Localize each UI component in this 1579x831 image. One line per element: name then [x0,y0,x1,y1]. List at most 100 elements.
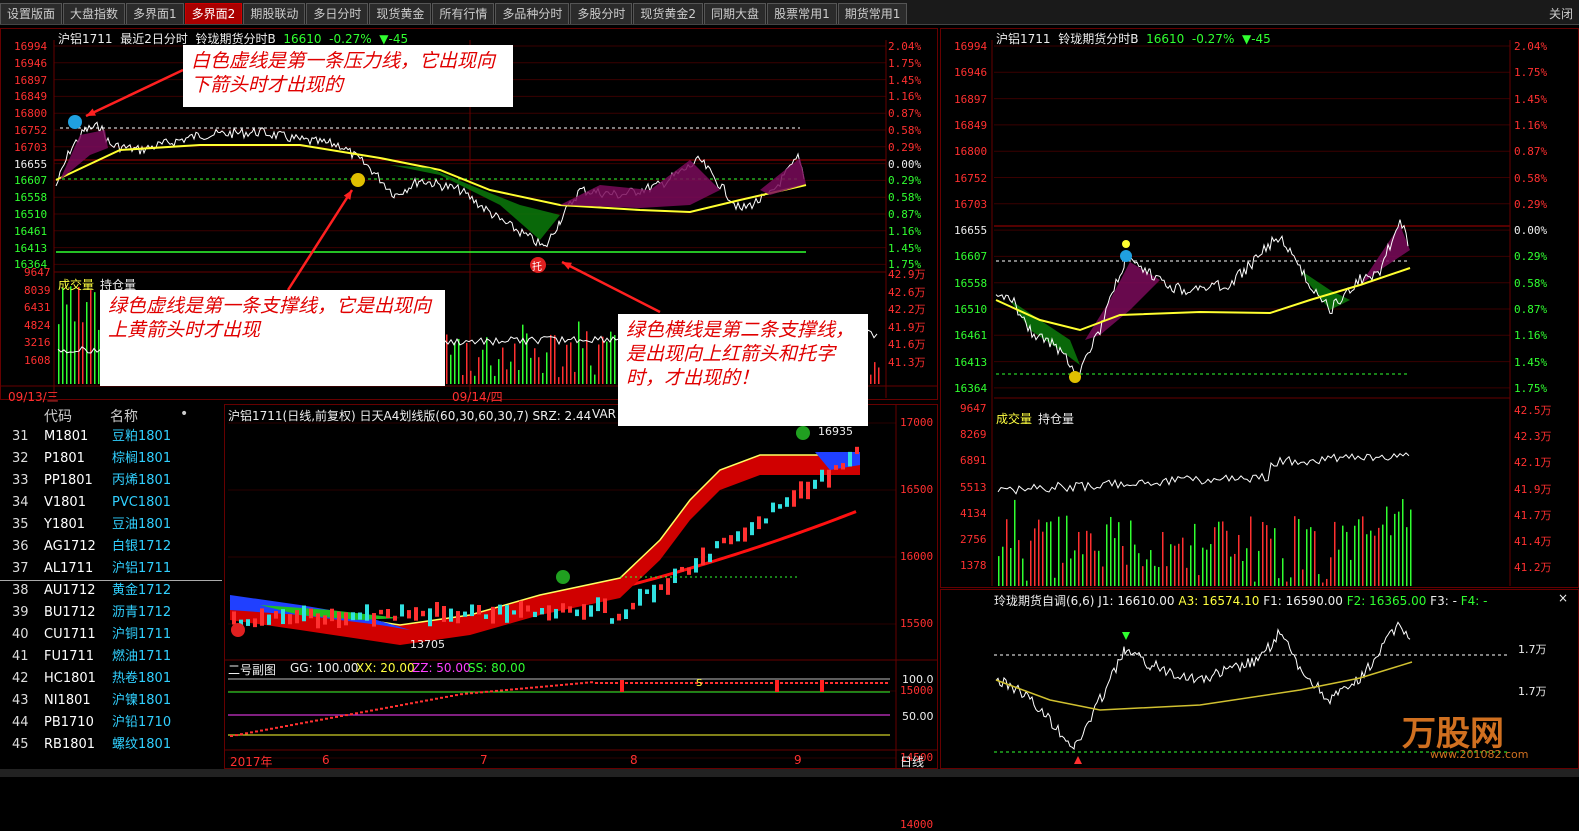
list-item[interactable]: 34 V1801 PVC1801 [0,492,222,514]
kline-candle [267,614,271,625]
tr-volume-bar [1314,531,1316,586]
list-item[interactable]: 41 FU1711 燃油1711 [0,646,222,668]
tl-volume-bar [522,324,524,384]
tr-volume-bar [1342,525,1344,586]
sub-dot [345,714,348,717]
row-index: 40 [12,627,29,642]
list-item[interactable]: 44 PB1710 沪铅1710 [0,712,222,734]
list-item[interactable]: 39 BU1712 沥青1712 [0,602,222,624]
kline-candle [708,553,712,563]
kline-candle [302,605,306,622]
axis-tick-label: 16500 [900,483,934,496]
list-item[interactable]: 36 AG1712 白银1712 [0,536,222,558]
list-item[interactable]: 38 AU1712 黄金1712 [0,580,222,602]
sub-dot [635,682,638,684]
list-item[interactable]: 45 RB1801 螺纹1801 [0,734,222,756]
tr-volume-bar [1130,520,1132,586]
tr-volume-bar [998,556,1000,586]
row-code: NI1801 [44,693,91,708]
tr-down-arrow-marker [1120,250,1132,262]
tl-volume-bar [478,357,480,384]
axis-tick-label: 16800 [14,107,48,121]
sub-dot [440,696,443,699]
axis-tick-label: 16364 [954,381,988,395]
tr-volume-bar [1306,529,1308,586]
sub-dot [670,682,673,684]
tl-volume-bar [494,375,496,384]
sub-dot [755,682,758,684]
sub-dot [840,682,843,684]
sub-dot [270,727,273,730]
sub-dot [330,716,333,719]
sub-dot [240,733,243,736]
row-index: 34 [12,495,29,510]
kline-candle [820,469,824,482]
kline-candle [582,604,586,620]
axis-tick-label: 16607 [954,250,988,264]
callout-resistance-line: 白色虚线是第一条压力线，它出现向下箭头时才出现的 [183,45,513,107]
sub-dot [415,701,418,704]
tr-volume-bar [1290,577,1292,586]
kline-candle [729,535,733,545]
sub-dot [720,682,723,684]
list-item[interactable]: 43 NI1801 沪镍1801 [0,690,222,712]
list-item[interactable]: 40 CU1711 沪铜1711 [0,624,222,646]
tr-volume-bar [1406,527,1408,586]
kline-candle [512,610,516,615]
tl-volume-bar [870,374,872,384]
sub-dot [575,682,578,685]
sub-dot [730,682,733,684]
axis-tick-label: 2756 [960,533,987,546]
tl-volume-bar [598,344,600,384]
sub-dot [465,692,468,695]
sub-dot [675,682,678,684]
col-name-header[interactable]: 名称 [110,406,138,426]
list-item[interactable]: 37 AL1711 沪铝1711 [0,558,222,581]
axis-tick-label: 41.7万 [1514,508,1552,522]
sub-dot [810,682,813,684]
period-label[interactable]: 日线 [900,753,924,770]
tr-volume-bar [1226,530,1228,586]
axis-tick-label: 16461 [14,224,48,238]
list-item[interactable]: 32 P1801 棕榈1801 [0,448,222,470]
tr-volume-bar [1258,550,1260,586]
kline-candle [386,609,390,619]
axis-tick-label: 16897 [14,73,48,87]
list-item[interactable]: 33 PP1801 丙烯1801 [0,470,222,492]
tr-volume-bar [1286,581,1288,586]
row-name: 螺纹1801 [112,737,172,752]
kline-candle [274,611,278,619]
list-item[interactable]: 42 HC1801 热卷1801 [0,668,222,690]
tl-volume-bar [490,365,492,384]
kline-support-marker [556,570,570,584]
tr-volume-bar [1110,516,1112,586]
tr-volume-bar [1230,556,1232,586]
br-close-icon[interactable]: × [1558,591,1568,605]
kline-candle [652,584,656,603]
arrow-support-1 [286,189,354,291]
tr-symbol: 沪铝1711 [996,32,1051,46]
axis-tick-label: 16849 [954,118,988,132]
sub-dot [315,719,318,722]
kline-candle [673,568,677,584]
tl-volume-bar [94,292,96,384]
col-code-header[interactable]: 代码 [44,406,72,426]
axis-tick-label: 0.00% [1514,224,1548,238]
sub-dot [430,698,433,701]
sub-dot [300,722,303,725]
kline-candle [484,614,488,619]
tr-volume-bar [1346,531,1348,586]
list-item[interactable]: 31 M1801 豆粕1801 [0,426,222,448]
kline-candle [687,567,691,575]
list-item[interactable]: 35 Y1801 豆油1801 [0,514,222,536]
sub-dot [615,682,618,684]
axis-tick-label: 16000 [900,550,934,563]
sub-dot [470,692,473,695]
axis-tick-label: 2.04% [888,40,922,53]
sub-dot [390,705,393,708]
axis-tick-label: 16655 [14,157,48,171]
x-tick-label: 2017年 [230,755,273,769]
tr-volume-bar [1330,557,1332,586]
kline-candle [841,463,845,470]
kline-candle [449,608,453,622]
